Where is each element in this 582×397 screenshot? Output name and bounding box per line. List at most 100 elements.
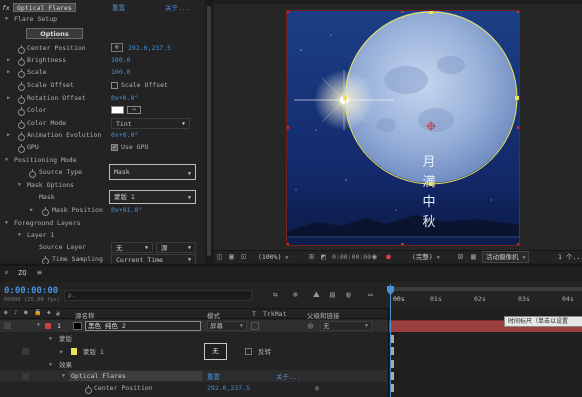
stopwatch-icon[interactable] (18, 131, 25, 141)
scale-offset-checkbox[interactable]: Scale Offset (111, 79, 168, 91)
prop-animation-evolution[interactable]: ▶ Animation Evolution 0x+0.0° (0, 129, 138, 141)
menu-icon[interactable]: ≡ (37, 268, 42, 277)
shy-icon[interactable]: ⛰ (313, 290, 320, 300)
frame-blending-icon[interactable]: ▤ (330, 290, 335, 299)
time-ruler[interactable]: 00s 01s 02s 03s 04s (388, 284, 582, 308)
layer-row[interactable]: ▼ 1 黑色 纯色 2 屏幕 ▼ ◎ 无 ▼ (0, 320, 388, 332)
graph-editor-icon[interactable]: ▭ (368, 290, 373, 299)
expand-triangle-icon[interactable]: ▼ (49, 333, 52, 345)
always-preview-icon[interactable]: ◫ (217, 252, 222, 261)
expand-triangle-icon[interactable]: ▼ (18, 179, 21, 191)
center-position-row[interactable]: Center Position 292.0,237.5 ◎ (0, 382, 319, 394)
about-link[interactable]: 关于... (165, 2, 190, 14)
effect-name[interactable]: Optical Flares (13, 3, 76, 12)
stopwatch-icon[interactable] (18, 143, 25, 153)
quality-dropdown[interactable]: (完整) ▼ (412, 252, 440, 264)
mask-mode-dropdown[interactable]: 无 (204, 343, 227, 360)
stopwatch-icon[interactable] (18, 68, 25, 78)
stopwatch-icon[interactable] (18, 106, 25, 116)
stopwatch-icon[interactable] (18, 81, 25, 91)
stopwatch-icon[interactable] (29, 168, 36, 178)
expression-pickwhip-icon[interactable]: ◎ (315, 382, 319, 394)
roi-icon[interactable]: ⊠ (458, 252, 463, 261)
color-mode-dropdown[interactable]: Tint ▼ (111, 118, 190, 129)
use-gpu-checkbox[interactable]: ✓ Use GPU (111, 141, 148, 153)
comp-flowchart-icon[interactable]: ⇆ (273, 290, 278, 299)
source-layer-dropdown[interactable]: 无 ▼ (111, 242, 153, 253)
keyframe-marker[interactable] (391, 347, 394, 355)
mask-dropdown[interactable]: 蒙版 1 ▼ (109, 190, 196, 204)
layer-mode-dropdown[interactable]: 屏幕 ▼ (207, 321, 247, 331)
stopwatch-icon[interactable] (18, 119, 25, 129)
stopwatch-icon[interactable] (18, 94, 25, 104)
camera-dropdown[interactable]: 活动摄像机 ▼ (482, 251, 530, 263)
close-icon[interactable]: × (4, 268, 9, 277)
prop-scale-offset[interactable]: Scale Offset Scale Offset (0, 79, 168, 91)
prop-mask-position[interactable]: ▶ Mask Position 0x+81.0° (0, 204, 142, 216)
prop-source-type[interactable]: Source Type Mask ▼ (0, 164, 196, 180)
collapse-triangle-icon[interactable]: ▶ (60, 346, 63, 358)
mask1-name[interactable]: 蒙版 1 (83, 346, 104, 358)
trkmat-dropdown[interactable] (251, 322, 259, 330)
stopwatch-icon[interactable] (42, 206, 49, 216)
comp-canvas[interactable]: 月 满 中 秋 (286, 10, 520, 246)
prop-color[interactable]: Color ⇒ (0, 104, 141, 116)
region-icon[interactable]: ▣ (229, 252, 234, 261)
prop-value[interactable]: 100.0 (111, 54, 131, 66)
keyframe-marker[interactable] (391, 360, 394, 368)
expand-triangle-icon[interactable]: ▼ (5, 217, 8, 229)
eyedropper-icon[interactable]: ⇒ (127, 106, 141, 114)
search-field[interactable]: ρ. (64, 290, 252, 301)
fx-toggle[interactable] (22, 373, 29, 380)
color-swatch[interactable] (111, 106, 124, 114)
crosshair-icon[interactable]: ⊕ (111, 43, 123, 52)
parent-pickwhip-icon[interactable]: ◎ (308, 321, 313, 330)
expand-triangle-icon[interactable]: ▼ (5, 154, 8, 166)
draft-3d-icon[interactable]: ⊛ (293, 290, 298, 299)
prop-value[interactable]: 100.0 (111, 66, 131, 78)
panel-scrollbar[interactable] (205, 0, 213, 263)
timeline-tab[interactable]: × ZQ ≡ (0, 266, 582, 282)
layer-expand-icon[interactable]: ▼ (37, 322, 40, 328)
layer-name[interactable]: 黑色 纯色 2 (85, 321, 201, 331)
mask-toggle-icon[interactable]: ⊡ (241, 252, 246, 261)
collapse-triangle-icon[interactable]: ▶ (7, 54, 10, 66)
mask-invert-checkbox[interactable] (245, 348, 252, 355)
prop-value[interactable]: 0x+0.0° (111, 92, 138, 104)
grid-icon[interactable]: ⊞ (309, 252, 314, 261)
prop-value[interactable]: 0x+81.0° (111, 204, 142, 216)
comp-tab-name[interactable]: ZQ (18, 269, 26, 277)
source-type-dropdown[interactable]: Mask ▼ (109, 164, 196, 180)
motion-blur-icon[interactable]: ◍ (346, 290, 351, 299)
effect-row-name[interactable]: Optical Flares (69, 371, 202, 381)
collapse-triangle-icon[interactable]: ▶ (7, 66, 10, 78)
options-button[interactable]: Options (26, 28, 83, 39)
keyframe-marker[interactable] (391, 372, 394, 380)
expand-triangle-icon[interactable]: ▼ (5, 13, 8, 25)
collapse-triangle-icon[interactable]: ▶ (7, 129, 10, 141)
expand-triangle-icon[interactable]: ▼ (18, 229, 21, 241)
viewer-timecode[interactable]: 0:00:00:00 (332, 252, 371, 263)
current-timecode[interactable]: 0:00:00:00 (4, 286, 58, 296)
parent-dropdown[interactable]: 无 ▼ (320, 321, 372, 331)
mask-visibility-toggle[interactable] (22, 348, 29, 355)
source-layer-mode-dropdown[interactable]: 源 ▼ (156, 242, 196, 253)
transparency-icon[interactable]: ◩ (321, 252, 326, 261)
mask-color-swatch[interactable] (71, 348, 77, 355)
keyframe-marker[interactable] (391, 335, 394, 343)
center-position-value[interactable]: 292.0,237.5 (207, 382, 250, 394)
work-area-bar[interactable] (392, 287, 582, 291)
camera-icon[interactable]: ◉ (372, 252, 377, 261)
collapse-triangle-icon[interactable]: ▶ (30, 204, 33, 216)
zoom-dropdown[interactable]: (100%) ▼ (258, 252, 288, 264)
views-dropdown[interactable]: 1 个... (558, 252, 582, 263)
prop-color-mode[interactable]: Color Mode Tint ▼ (0, 117, 190, 129)
stopwatch-icon[interactable] (85, 384, 92, 394)
keyframe-marker[interactable] (391, 384, 394, 392)
prop-rotation-offset[interactable]: ▶ Rotation Offset 0x+0.0° (0, 92, 138, 104)
toggle-transparency-icon[interactable]: ▦ (471, 252, 476, 261)
stopwatch-icon[interactable] (18, 44, 25, 54)
layer-label-color[interactable] (45, 323, 51, 329)
prop-center-position[interactable]: Center Position ⊕ 292.0,237.5 (0, 42, 171, 54)
prop-gpu[interactable]: GPU ✓ Use GPU (0, 141, 148, 153)
